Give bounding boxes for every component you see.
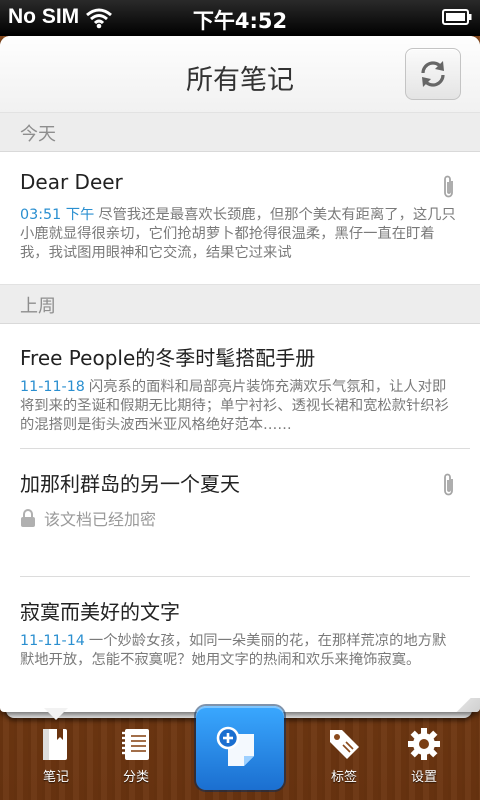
tab-categories[interactable]: 分类	[96, 726, 176, 798]
battery-icon	[442, 9, 472, 25]
sync-button[interactable]	[405, 48, 461, 100]
tab-label: 笔记	[42, 770, 69, 785]
note-date: 11-11-18	[20, 379, 85, 395]
notes-sheet: 所有笔记 今天 Dear Deer 03:51 下午 尽管我还是最喜欢长颈鹿，但那…	[0, 36, 480, 712]
notepad-icon	[122, 729, 149, 760]
note-preview: 11-11-18 闪亮系的面料和局部亮片装饰充满欢乐气氛和，让人对即将到来的圣诞和…	[20, 378, 458, 435]
header: 所有笔记	[0, 36, 480, 113]
paperclip-icon	[444, 175, 453, 198]
note-preview: 11-11-14 一个妙龄女孩，如同一朵美丽的花，在那样荒凉的地方默默地开放，怎能…	[20, 632, 458, 689]
tab-label: 设置	[410, 770, 437, 785]
note-title: Dear Deer	[20, 170, 123, 194]
lock-icon	[21, 509, 35, 527]
list-item[interactable]: 加那利群岛的另一个夏天 该文档已经加密	[0, 468, 480, 578]
tab-label: 分类	[122, 770, 149, 785]
divider	[20, 448, 470, 449]
tag-icon	[330, 730, 359, 759]
tab-settings[interactable]: 设置	[384, 726, 464, 798]
new-note-button[interactable]	[196, 706, 284, 790]
tab-tags[interactable]: 标签	[304, 726, 384, 798]
page-curl	[410, 698, 480, 712]
sync-icon	[421, 61, 445, 87]
tab-notes[interactable]: 笔记	[16, 726, 96, 798]
locked-text: 该文档已经加密	[44, 510, 157, 529]
note-title: Free People的冬季时髦搭配手册	[20, 346, 316, 370]
tab-label: 标签	[330, 770, 357, 785]
status-time: 下午4:52	[192, 9, 288, 33]
section-header-today: 今天	[0, 112, 480, 152]
list-item[interactable]: 寂寞而美好的文字 11-11-14 一个妙龄女孩，如同一朵美丽的花，在那样荒凉的地…	[0, 596, 480, 706]
section-label: 今天	[20, 124, 56, 145]
gear-icon	[408, 728, 440, 760]
list-item[interactable]: Free People的冬季时髦搭配手册 11-11-18 闪亮系的面料和局部亮片…	[0, 342, 480, 452]
note-title: 加那利群岛的另一个夏天	[20, 472, 240, 496]
section-header-last-week: 上周	[0, 284, 480, 324]
divider	[20, 576, 470, 577]
locked-row: 该文档已经加密	[20, 506, 156, 530]
note-date: 11-11-14	[20, 633, 85, 649]
status-bar: No SIM 下午4:52	[0, 0, 480, 36]
notebook-icon	[43, 729, 67, 760]
note-preview: 03:51 下午 尽管我还是最喜欢长颈鹿，但那个美太有距离了，这几只小鹿就显得很亲…	[20, 206, 458, 263]
list-item[interactable]: Dear Deer 03:51 下午 尽管我还是最喜欢长颈鹿，但那个美太有距离了，…	[0, 170, 480, 280]
new-note-icon	[216, 726, 254, 766]
paperclip-icon	[444, 473, 453, 496]
note-title: 寂寞而美好的文字	[20, 600, 180, 624]
section-label: 上周	[20, 296, 56, 317]
note-date: 03:51 下午	[20, 207, 95, 223]
